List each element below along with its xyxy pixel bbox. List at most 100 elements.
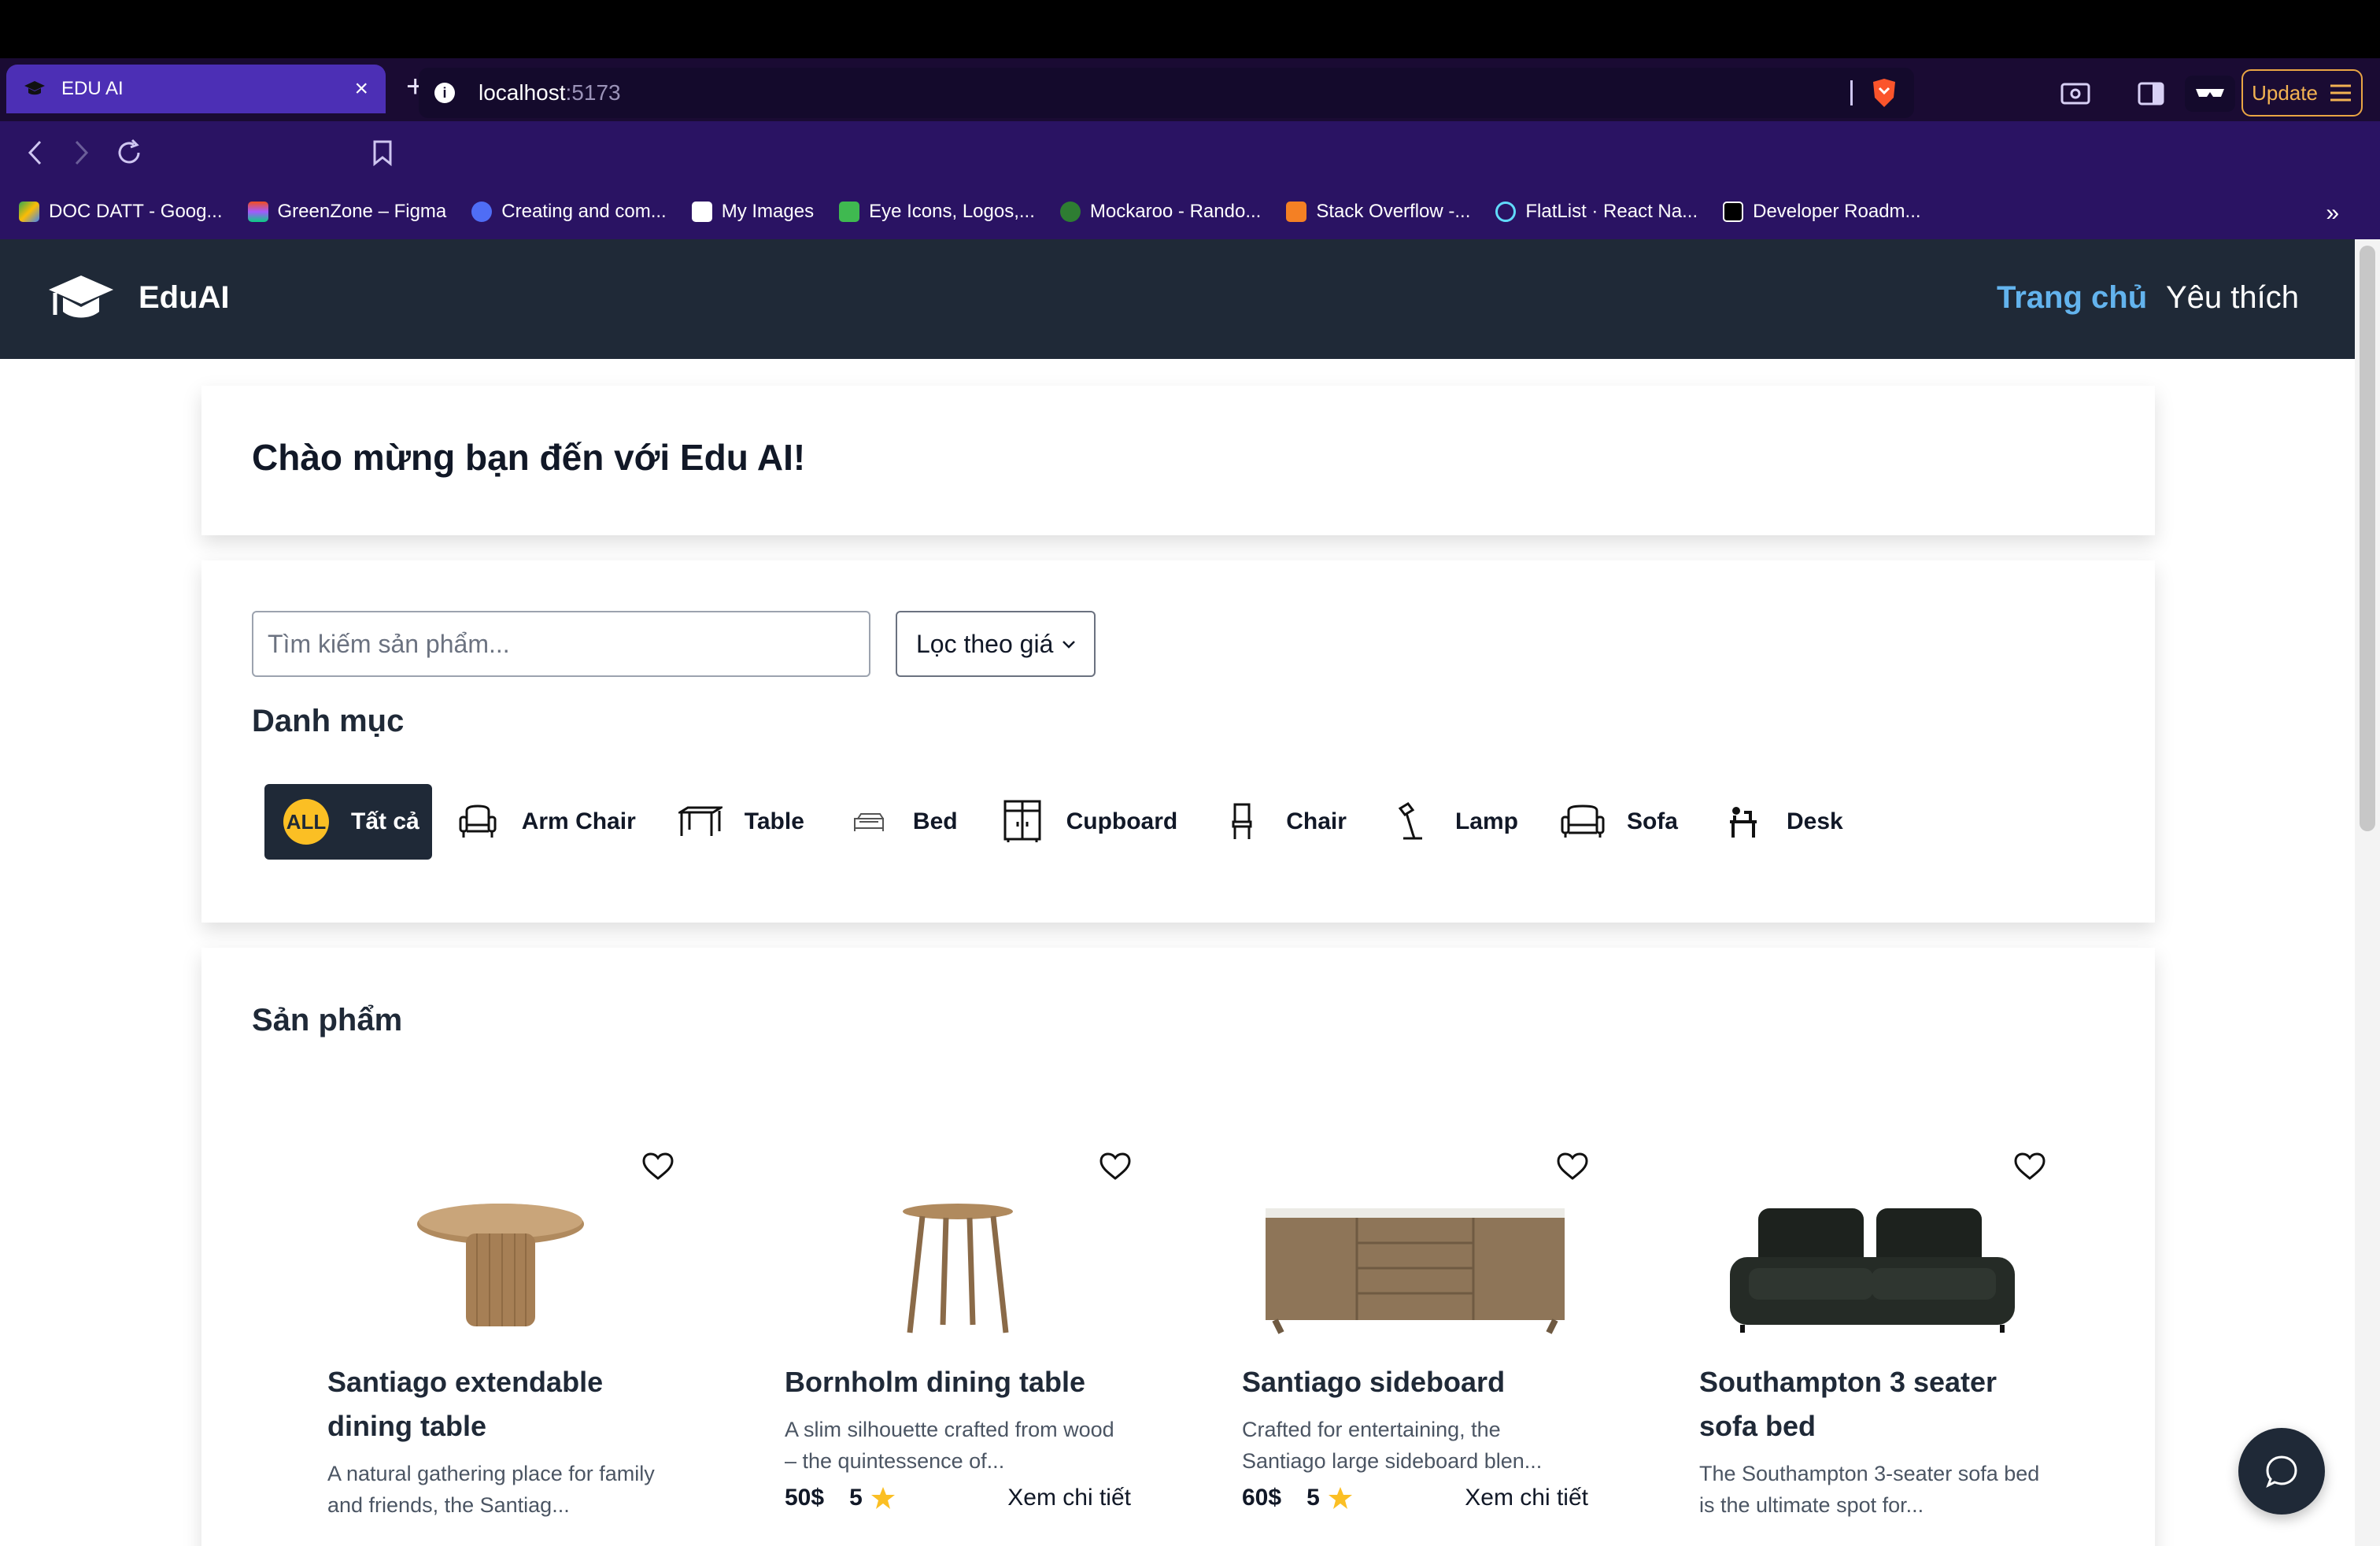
app-header: EduAI Trang chủ Yêu thích [0, 239, 2355, 359]
star-icon [1328, 1487, 1352, 1509]
google-drive-icon [19, 202, 39, 222]
product-name[interactable]: Santiago sideboard [1242, 1360, 1588, 1404]
bookmark-item[interactable]: GreenZone – Figma [247, 201, 446, 223]
category-arm-chair[interactable]: Arm Chair [437, 784, 655, 860]
search-input[interactable] [252, 611, 870, 677]
chat-button[interactable] [2238, 1428, 2325, 1515]
product-name[interactable]: Santiago extendable dining table [327, 1360, 674, 1448]
welcome-card: Chào mừng bạn đến với Edu AI! [201, 386, 2155, 535]
heart-icon[interactable] [642, 1152, 674, 1184]
sofa-icon [1561, 800, 1605, 844]
browser-toolbar [0, 121, 2380, 184]
mockaroo-icon [1059, 202, 1081, 222]
sidebar-toggle-icon[interactable] [2133, 76, 2169, 112]
category-table[interactable]: Table [660, 784, 823, 860]
price-filter-select[interactable]: Lọc theo giá [896, 611, 1096, 677]
product-rating: 5 [1306, 1485, 1353, 1511]
view-detail-link[interactable]: Xem chi tiết [1007, 1485, 1131, 1511]
product-description: A natural gathering place for family and… [327, 1462, 655, 1517]
bookmark-item[interactable]: Eye Icons, Logos,... [839, 201, 1035, 223]
product-card[interactable]: Southampton 3 seater sofa bed The Southa… [1699, 1146, 2046, 1546]
bookmark-item[interactable]: FlatList · React Na... [1495, 201, 1698, 223]
category-list: ALL Tất cả Arm Chair Table Bed Cupboard … [264, 784, 1867, 860]
category-chair[interactable]: Chair [1201, 784, 1366, 860]
lamp-icon [1389, 800, 1433, 844]
category-lamp[interactable]: Lamp [1370, 784, 1537, 860]
heart-icon[interactable] [1557, 1152, 1588, 1184]
product-description: A slim silhouette crafted from wood – th… [785, 1418, 1114, 1473]
armchair-icon [456, 800, 500, 844]
page-scrollbar[interactable] [2355, 239, 2380, 1546]
browser-tab[interactable]: EDU AI × [6, 65, 386, 113]
menu-icon [2330, 84, 2351, 102]
site-info-icon[interactable]: i [434, 83, 455, 103]
url-host: localhost [479, 80, 566, 105]
images-icon [691, 202, 712, 222]
url-port: :5173 [565, 80, 621, 105]
reload-icon[interactable] [110, 134, 148, 172]
react-icon [1495, 202, 1517, 222]
bookmark-item[interactable]: Mockaroo - Rando... [1059, 201, 1261, 223]
graduation-cap-icon [24, 78, 46, 100]
desk-icon [1720, 800, 1765, 844]
bookmark-item[interactable]: Creating and com... [471, 201, 667, 223]
forward-icon[interactable] [63, 134, 101, 172]
product-name[interactable]: Southampton 3 seater sofa bed [1699, 1360, 2046, 1448]
brand-name[interactable]: EduAI [139, 280, 230, 316]
main-content: Chào mừng bạn đến với Edu AI! Lọc theo g… [0, 359, 2355, 1546]
page-title: Chào mừng bạn đến với Edu AI! [252, 437, 806, 478]
product-name[interactable]: Bornholm dining table [785, 1360, 1131, 1404]
close-tab-icon[interactable]: × [354, 76, 368, 102]
heart-icon[interactable] [2014, 1152, 2046, 1184]
category-desk[interactable]: Desk [1702, 784, 1862, 860]
product-meta: 60$ 5 Xem chi tiết [1242, 1485, 1588, 1511]
category-sofa[interactable]: Sofa [1542, 784, 1697, 860]
nav-favorites-link[interactable]: Yêu thích [2166, 280, 2299, 316]
products-title: Sản phẩm [252, 1003, 403, 1037]
tab-title: EDU AI [61, 78, 124, 99]
bookmarks-overflow-icon[interactable]: » [2326, 200, 2339, 227]
nav-home-link[interactable]: Trang chủ [1997, 280, 2147, 316]
bookmarks-bar: DOC DATT - Goog... GreenZone – Figma Cre… [0, 184, 2380, 239]
reader-glasses-icon[interactable] [2185, 76, 2235, 112]
product-rating: 5 [849, 1485, 896, 1511]
bed-icon [847, 800, 891, 844]
category-all[interactable]: ALL Tất cả [264, 784, 432, 860]
product-image[interactable] [785, 1196, 1131, 1341]
product-card[interactable]: Santiago sideboard Crafted for entertain… [1242, 1146, 1588, 1546]
brave-shield-icon[interactable] [1870, 77, 1898, 109]
roadmap-icon [1723, 202, 1744, 222]
product-card[interactable]: Bornholm dining table A slim silhouette … [785, 1146, 1131, 1546]
product-price: 60$ [1242, 1485, 1282, 1511]
address-bar[interactable]: i localhost:5173 [419, 68, 1914, 118]
categories-title: Danh mục [252, 704, 405, 738]
star-icon [870, 1487, 895, 1509]
product-image[interactable] [1242, 1196, 1588, 1341]
product-description: Crafted for entertaining, the Santiago l… [1242, 1418, 1543, 1473]
bookmark-icon[interactable] [364, 134, 401, 172]
product-card[interactable]: Santiago extendable dining table A natur… [327, 1146, 674, 1546]
bookmark-item[interactable]: Developer Roadm... [1723, 201, 1921, 223]
screenshot-icon[interactable] [2057, 76, 2094, 112]
bookmark-item[interactable]: DOC DATT - Goog... [19, 201, 223, 223]
cupboard-icon [1000, 800, 1044, 844]
stackoverflow-icon [1286, 202, 1307, 222]
product-image[interactable] [1699, 1196, 2046, 1341]
view-detail-link[interactable]: Xem chi tiết [1465, 1485, 1588, 1511]
bookmark-item[interactable]: My Images [691, 201, 814, 223]
chat-bubble-icon [2266, 1455, 2297, 1489]
eye-icons-site-icon [839, 202, 860, 222]
graduation-cap-icon [46, 272, 116, 327]
product-image[interactable] [327, 1196, 674, 1341]
update-button[interactable]: Update [2241, 69, 2363, 117]
scroll-thumb[interactable] [2360, 246, 2375, 831]
heart-icon[interactable] [1099, 1152, 1131, 1184]
filter-card: Lọc theo giá Danh mục ALL Tất cả Arm Cha… [201, 560, 2155, 923]
figma-icon [247, 202, 268, 222]
category-bed[interactable]: Bed [828, 784, 977, 860]
divider [1850, 80, 1853, 105]
bookmark-item[interactable]: Stack Overflow -... [1286, 201, 1470, 223]
back-icon[interactable] [16, 134, 54, 172]
category-cupboard[interactable]: Cupboard [981, 784, 1197, 860]
os-menu-bar [0, 0, 2380, 58]
